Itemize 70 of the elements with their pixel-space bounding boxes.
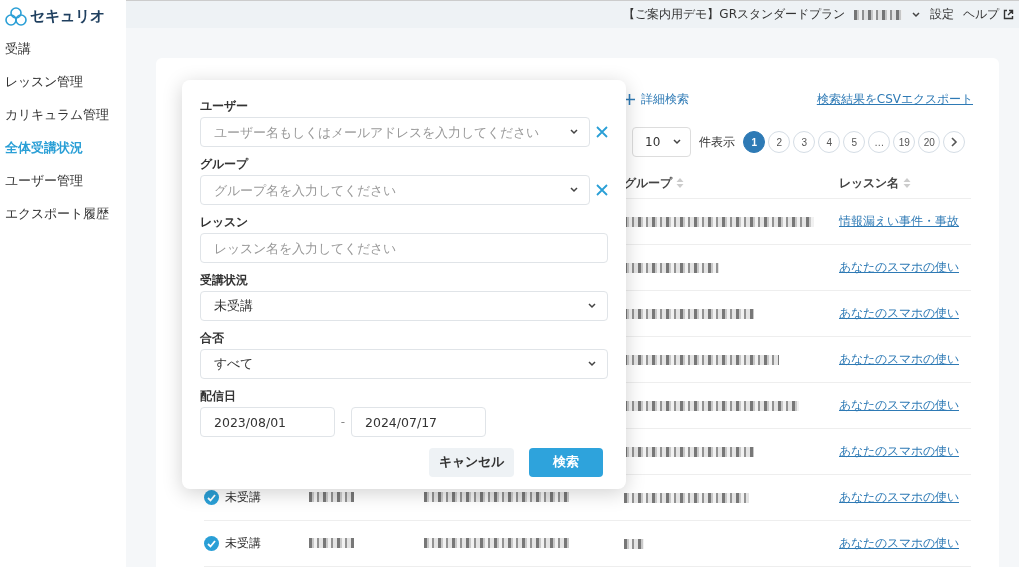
sidebar-item[interactable]: レッスン管理 xyxy=(0,66,126,99)
text-input[interactable]: レッスン名を入力してください xyxy=(214,240,597,256)
select-field[interactable]: 未受講 xyxy=(200,291,608,321)
field-label: 配信日 xyxy=(200,388,237,403)
page-button[interactable]: 5 xyxy=(843,131,866,153)
input-field[interactable]: ユーザー名もしくはメールアドレスを入力してください xyxy=(200,117,590,147)
lesson-link[interactable]: 情報漏えい事件・事故 xyxy=(839,214,959,229)
page-size-label: 件表示 xyxy=(699,133,736,151)
column-header[interactable]: レッスン名 xyxy=(839,174,899,192)
field-label: ユーザー xyxy=(200,98,249,113)
caret-icon xyxy=(672,137,683,147)
header-link[interactable]: 設定 xyxy=(930,6,954,23)
input-field[interactable]: レッスン名を入力してください xyxy=(200,233,608,263)
page-button[interactable]: 2 xyxy=(768,131,791,153)
clear-icon[interactable] xyxy=(596,126,608,138)
range-separator: - xyxy=(339,415,347,429)
page-button[interactable]: 4 xyxy=(818,131,841,153)
logo-icon xyxy=(5,6,27,27)
caret-icon[interactable] xyxy=(569,185,579,195)
external-link-icon[interactable] xyxy=(1003,9,1014,20)
clear-icon[interactable] xyxy=(596,184,608,196)
lesson-link[interactable]: あなたのスマホの使い xyxy=(839,260,959,275)
page-button[interactable]: 20 xyxy=(918,131,941,153)
status-text: 未受講 xyxy=(225,536,261,551)
input-field[interactable]: 2024/07/17 xyxy=(351,407,486,437)
plan-name: 【ご案内用デモ】GRスタンダードプラン xyxy=(623,6,845,23)
text-input[interactable]: 2023/08/01 xyxy=(214,414,324,430)
lesson-link[interactable]: あなたのスマホの使い xyxy=(839,352,959,367)
redacted-group xyxy=(624,538,644,549)
page-size-select[interactable]: 10 xyxy=(632,127,692,157)
sidebar-item[interactable]: 受講 xyxy=(0,33,126,66)
input-field[interactable]: 2023/08/01 xyxy=(200,407,335,437)
lesson-link[interactable]: あなたのスマホの使い xyxy=(839,444,959,459)
sidebar-item[interactable]: カリキュラム管理 xyxy=(0,99,126,132)
text-input[interactable]: ユーザー名もしくはメールアドレスを入力してください xyxy=(214,124,563,140)
field-label: 受講状況 xyxy=(200,272,249,287)
chevron-right-icon xyxy=(950,137,959,147)
next-page-button[interactable] xyxy=(943,131,966,153)
page-button[interactable]: 3 xyxy=(793,131,816,153)
text-input[interactable]: グループ名を入力してください xyxy=(214,182,563,198)
header-link[interactable]: ヘルプ xyxy=(963,6,999,23)
export-link[interactable]: 検索結果をCSVエクスポート xyxy=(816,90,973,108)
select-field[interactable]: すべて xyxy=(200,349,608,379)
sort-icon[interactable] xyxy=(903,178,911,188)
caret-icon xyxy=(587,359,597,369)
lesson-link[interactable]: あなたのスマホの使い xyxy=(839,398,959,413)
text-input[interactable]: 2024/07/17 xyxy=(365,414,475,430)
page-button[interactable]: 1 xyxy=(743,131,766,153)
advanced-search-link[interactable]: 詳細検索 xyxy=(624,90,689,108)
redacted-user-name xyxy=(854,9,902,20)
status-text: 未受講 xyxy=(225,490,261,505)
logo-text: セキュリオ xyxy=(30,7,105,26)
page-button[interactable]: 19 xyxy=(893,131,916,153)
plus-icon xyxy=(624,93,635,105)
sidebar-item[interactable]: エクスポート履歴 xyxy=(0,198,126,231)
check-circle-icon xyxy=(204,536,219,551)
page-button[interactable]: … xyxy=(868,131,891,153)
lesson-link[interactable]: あなたのスマホの使い xyxy=(839,490,959,505)
caret-icon xyxy=(587,301,597,311)
caret-icon[interactable] xyxy=(569,127,579,137)
cancel-button[interactable]: キャンセル xyxy=(429,448,514,477)
caret-icon[interactable] xyxy=(911,9,921,20)
sidebar-item[interactable]: ユーザー管理 xyxy=(0,165,126,198)
field-label: グループ xyxy=(200,156,250,171)
field-label: 合否 xyxy=(200,330,225,345)
sort-icon[interactable] xyxy=(676,178,684,188)
field-label: レッスン xyxy=(200,214,249,229)
lesson-link[interactable]: あなたのスマホの使い xyxy=(839,306,959,321)
input-field[interactable]: グループ名を入力してください xyxy=(200,175,590,205)
lesson-link[interactable]: あなたのスマホの使い xyxy=(839,536,959,551)
